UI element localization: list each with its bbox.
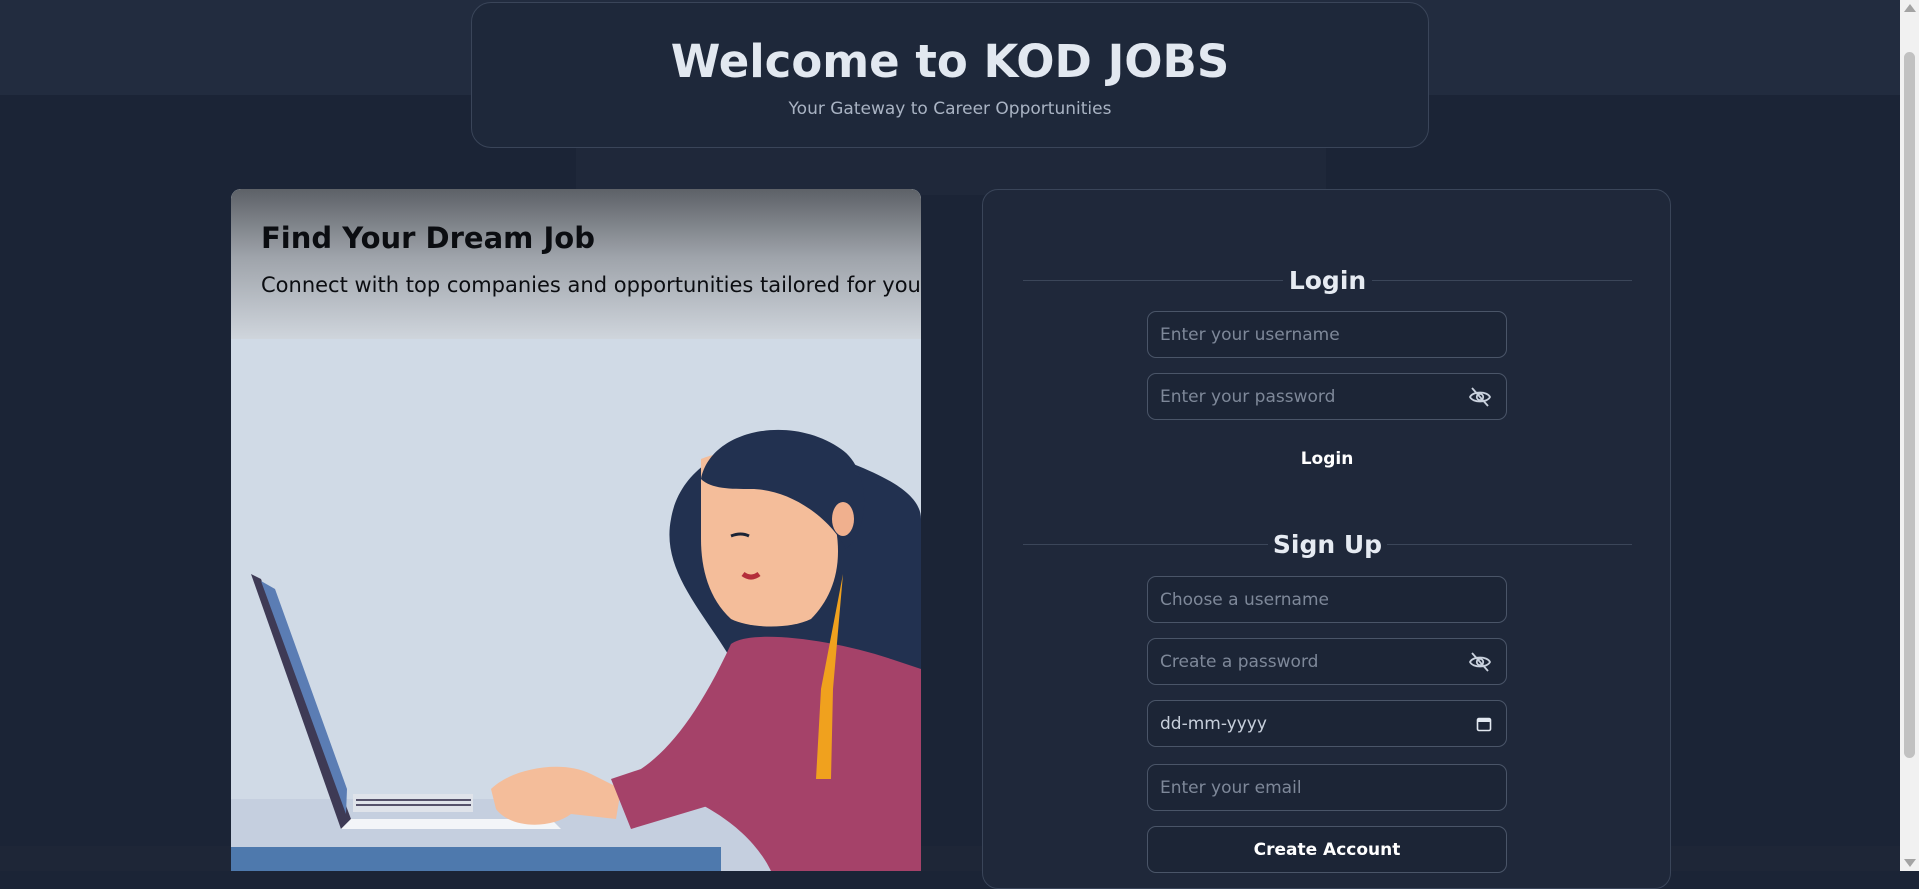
divider-line [1372, 280, 1632, 281]
login-section-title: Login [983, 260, 1672, 300]
scroll-down-arrow-icon[interactable] [1904, 859, 1916, 867]
signup-username-field [1147, 576, 1507, 623]
login-password-field [1147, 373, 1507, 420]
login-username-field [1147, 311, 1507, 358]
login-button[interactable]: Login [1147, 439, 1507, 479]
signup-dob-field[interactable]: dd-mm-yyyy [1147, 700, 1507, 747]
calendar-icon[interactable] [1476, 716, 1492, 732]
eye-slash-icon[interactable] [1468, 386, 1492, 408]
hero-heading: Find Your Dream Job [261, 221, 595, 255]
page-subtitle: Your Gateway to Career Opportunities [788, 99, 1112, 119]
hero-overlay [231, 189, 921, 339]
signup-password-input[interactable] [1148, 639, 1506, 684]
create-account-button[interactable]: Create Account [1147, 826, 1507, 873]
scrollbar[interactable] [1900, 0, 1919, 871]
auth-panel: Login Login Sign Up dd-mm-yyyy [982, 189, 1671, 889]
signup-email-field [1147, 764, 1507, 811]
eye-slash-icon[interactable] [1468, 651, 1492, 673]
divider-line [1387, 544, 1632, 545]
dob-value: dd-mm-yyyy [1160, 714, 1267, 734]
signup-password-field [1147, 638, 1507, 685]
hero-subheading: Connect with top companies and opportuni… [261, 273, 921, 297]
scrollbar-thumb[interactable] [1904, 52, 1915, 758]
signup-email-input[interactable] [1148, 765, 1506, 810]
header-card: Welcome to KOD JOBS Your Gateway to Care… [471, 2, 1429, 148]
scroll-up-arrow-icon[interactable] [1904, 4, 1916, 12]
page-title: Welcome to KOD JOBS [670, 35, 1230, 88]
login-username-input[interactable] [1148, 312, 1506, 357]
signup-section-title: Sign Up [983, 524, 1672, 564]
hero-card: Find Your Dream Job Connect with top com… [231, 189, 921, 871]
login-password-input[interactable] [1148, 374, 1506, 419]
signup-username-input[interactable] [1148, 577, 1506, 622]
